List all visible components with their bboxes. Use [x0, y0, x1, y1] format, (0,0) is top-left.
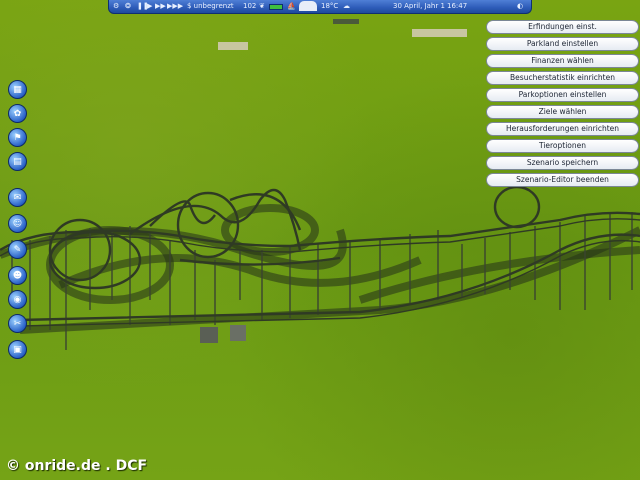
staff-icon[interactable]: ☻: [8, 266, 27, 285]
speed-1-icon[interactable]: ▶: [147, 2, 152, 10]
funds-display: $ unbegrenzt: [187, 2, 234, 10]
park-options-button[interactable]: Parkoptionen einstellen: [486, 88, 639, 102]
rides-tool-icon[interactable]: ▤: [8, 152, 27, 171]
rating-icon: ❦: [259, 2, 265, 10]
trash-icon[interactable]: ▣: [8, 340, 27, 359]
camera-icon[interactable]: ◐: [517, 2, 523, 10]
temperature-display: 18°C: [321, 2, 339, 10]
track-shadow: [0, 204, 640, 334]
inventions-button[interactable]: Erfindungen einst.: [486, 20, 639, 34]
date-display: 30 April, Jahr 1: [393, 2, 445, 10]
research-icon[interactable]: ✎: [8, 240, 27, 259]
options-icon[interactable]: ⚙: [113, 2, 119, 10]
scenery-object: [218, 42, 248, 50]
guest-count: 102: [243, 2, 257, 10]
scenario-editor-menu: Erfindungen einst. Parkland einstellen F…: [486, 20, 639, 190]
park-rating-bar: [269, 4, 283, 10]
guests-icon[interactable]: ☺: [8, 214, 27, 233]
park-info-icon[interactable]: ✉: [8, 188, 27, 207]
weather-arrow-icon: ⛵: [287, 2, 296, 10]
animal-options-button[interactable]: Tieroptionen: [486, 139, 639, 153]
tools-icon[interactable]: ✂: [8, 314, 27, 333]
park-land-button[interactable]: Parkland einstellen: [486, 37, 639, 51]
gear-icon[interactable]: ❂: [125, 2, 131, 10]
guest-stats-button[interactable]: Besucherstatistik einrichten: [486, 71, 639, 85]
time-display: 16:47: [447, 2, 468, 10]
finances-button[interactable]: Finanzen wählen: [486, 54, 639, 68]
camera-tool-icon[interactable]: ◉: [8, 290, 27, 309]
objectives-button[interactable]: Ziele wählen: [486, 105, 639, 119]
top-status-bar: ⚙ ❂ ❚❚ ▶ ▶▶ ▶▶▶ $ unbegrenzt 102 ❦ ⛵ 18°…: [108, 0, 532, 14]
speed-3-icon[interactable]: ▶▶▶: [167, 2, 183, 10]
watermark: © onride.de . DCF: [6, 458, 148, 474]
exit-editor-button[interactable]: Szenario-Editor beenden: [486, 173, 639, 187]
paths-tool-icon[interactable]: ⚑: [8, 128, 27, 147]
speed-2-icon[interactable]: ▶▶: [155, 2, 166, 10]
challenges-button[interactable]: Herausforderungen einrichten: [486, 122, 639, 136]
clock-icon: [299, 1, 317, 11]
station-platform: [200, 327, 218, 343]
cloud-icon: ☁: [343, 2, 350, 10]
save-scenario-button[interactable]: Szenario speichern: [486, 156, 639, 170]
scenery-object: [412, 29, 467, 37]
station-platform: [230, 325, 246, 341]
scenery-object: [333, 19, 359, 24]
terrain-tool-icon[interactable]: ▦: [8, 80, 27, 99]
scenery-tool-icon[interactable]: ✿: [8, 104, 27, 123]
